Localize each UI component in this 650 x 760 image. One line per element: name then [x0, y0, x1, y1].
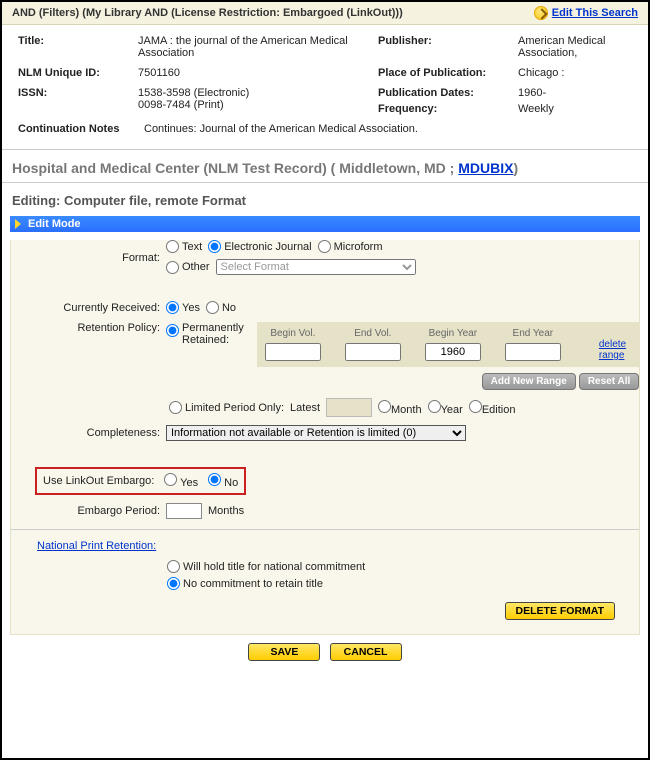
- retention-limited-label: Limited Period Only:: [185, 402, 284, 414]
- embargo-highlight-box: Use LinkOut Embargo: Yes No: [35, 467, 246, 495]
- format-microform-option[interactable]: Microform: [318, 240, 383, 253]
- nlm-id-value: 7501160: [132, 63, 372, 83]
- place-of-pub-label: Place of Publication:: [372, 63, 512, 83]
- retention-permanently-option[interactable]: Permanently Retained:: [166, 322, 251, 346]
- pub-dates-value: 1960-: [518, 87, 632, 99]
- currently-received-yes[interactable]: Yes: [166, 301, 200, 314]
- edit-search-link-text[interactable]: Edit This Search: [552, 7, 638, 19]
- end-year-input[interactable]: [505, 343, 561, 361]
- latest-year-option[interactable]: Year: [428, 400, 463, 416]
- begin-vol-input[interactable]: [265, 343, 321, 361]
- pub-dates-label: Publication Dates:: [378, 87, 506, 99]
- npr-no-commitment-option[interactable]: No commitment to retain title: [167, 577, 323, 590]
- retention-policy-label: Retention Policy:: [31, 322, 166, 334]
- delete-format-button[interactable]: DELETE FORMAT: [505, 602, 615, 620]
- publisher-value: American Medical Association,: [512, 31, 638, 63]
- edit-search-icon: [534, 6, 548, 20]
- latest-month-option[interactable]: Month: [378, 400, 422, 416]
- filter-summary: AND (Filters) (My Library AND (License R…: [12, 7, 403, 19]
- nlm-id-label: NLM Unique ID:: [12, 63, 132, 83]
- format-text-label: Text: [182, 241, 202, 253]
- embargo-period-label: Embargo Period:: [31, 505, 166, 517]
- continuation-label: Continuation Notes: [18, 123, 138, 135]
- format-ej-label: Electronic Journal: [224, 241, 311, 253]
- edit-mode-bar: Edit Mode: [10, 216, 640, 232]
- publisher-label: Publisher:: [372, 31, 512, 63]
- format-other-select[interactable]: Select Format: [216, 259, 416, 275]
- format-other-label: Other: [182, 261, 210, 273]
- latest-edition-option[interactable]: Edition: [469, 400, 516, 416]
- frequency-value: Weekly: [518, 103, 632, 115]
- end-vol-input[interactable]: [345, 343, 401, 361]
- latest-month-label: Month: [391, 404, 422, 416]
- org-code-link[interactable]: MDUBIX: [458, 160, 513, 176]
- title-value: JAMA : the journal of the American Medic…: [132, 31, 372, 63]
- completeness-label: Completeness:: [31, 427, 166, 439]
- end-vol-label: End Vol.: [354, 328, 391, 339]
- npr-hold-label: Will hold title for national commitment: [183, 561, 365, 573]
- end-year-label: End Year: [513, 328, 554, 339]
- embargo-no-option[interactable]: No: [208, 473, 238, 489]
- use-linkout-embargo-label: Use LinkOut Embargo:: [43, 475, 154, 487]
- format-microform-label: Microform: [334, 241, 383, 253]
- issn-value-print: 0098-7484 (Print): [138, 99, 366, 111]
- latest-year-label: Year: [441, 404, 463, 416]
- continuation-value: Continues: Journal of the American Medic…: [138, 123, 418, 135]
- record-details: Title: JAMA : the journal of the America…: [2, 25, 648, 150]
- org-text: Hospital and Medical Center (NLM Test Re…: [12, 160, 458, 176]
- retention-range-box: Begin Vol. End Vol. Begin Year End Year …: [257, 322, 639, 367]
- edit-this-search-link[interactable]: Edit This Search: [534, 6, 638, 20]
- begin-vol-label: Begin Vol.: [270, 328, 315, 339]
- format-ej-option[interactable]: Electronic Journal: [208, 240, 311, 253]
- organization-line: Hospital and Medical Center (NLM Test Re…: [2, 150, 648, 183]
- place-of-pub-value: Chicago :: [512, 63, 638, 83]
- embargo-yes-option[interactable]: Yes: [164, 473, 198, 489]
- save-button[interactable]: SAVE: [248, 643, 320, 661]
- reset-all-button[interactable]: Reset All: [579, 373, 639, 390]
- embargo-yes-label: Yes: [180, 477, 198, 489]
- embargo-no-label: No: [224, 477, 238, 489]
- npr-hold-option[interactable]: Will hold title for national commitment: [167, 560, 365, 573]
- retention-limited-option[interactable]: Limited Period Only:: [169, 401, 284, 414]
- latest-edition-label: Edition: [482, 404, 516, 416]
- cr-yes-label: Yes: [182, 302, 200, 314]
- add-new-range-button[interactable]: Add New Range: [482, 373, 576, 390]
- currently-received-label: Currently Received:: [31, 302, 166, 314]
- format-text-option[interactable]: Text: [166, 240, 202, 253]
- delete-range-link[interactable]: delete range: [599, 339, 631, 361]
- issn-value-electronic: 1538-3598 (Electronic): [138, 87, 366, 99]
- embargo-period-input[interactable]: [166, 503, 202, 519]
- latest-input[interactable]: [326, 398, 372, 417]
- embargo-period-unit: Months: [208, 505, 244, 517]
- begin-year-label: Begin Year: [429, 328, 477, 339]
- begin-year-input[interactable]: [425, 343, 481, 361]
- org-text-post: ): [513, 160, 518, 176]
- npr-noc-label: No commitment to retain title: [183, 578, 323, 590]
- national-print-retention-link[interactable]: National Print Retention:: [37, 540, 156, 552]
- currently-received-no[interactable]: No: [206, 301, 236, 314]
- cr-no-label: No: [222, 302, 236, 314]
- cancel-button[interactable]: CANCEL: [330, 643, 402, 661]
- frequency-label: Frequency:: [378, 103, 506, 115]
- editing-heading: Editing: Computer file, remote Format: [2, 183, 648, 212]
- retention-permanently-label: Permanently Retained:: [182, 322, 251, 346]
- issn-label: ISSN:: [12, 83, 132, 119]
- edit-form: Format: Text Electronic Journal Microfor…: [10, 240, 640, 635]
- format-label: Format:: [31, 252, 166, 264]
- format-other-option[interactable]: Other: [166, 261, 210, 274]
- completeness-select[interactable]: Information not available or Retention i…: [166, 425, 466, 441]
- title-label: Title:: [12, 31, 132, 63]
- latest-label: Latest: [290, 402, 320, 414]
